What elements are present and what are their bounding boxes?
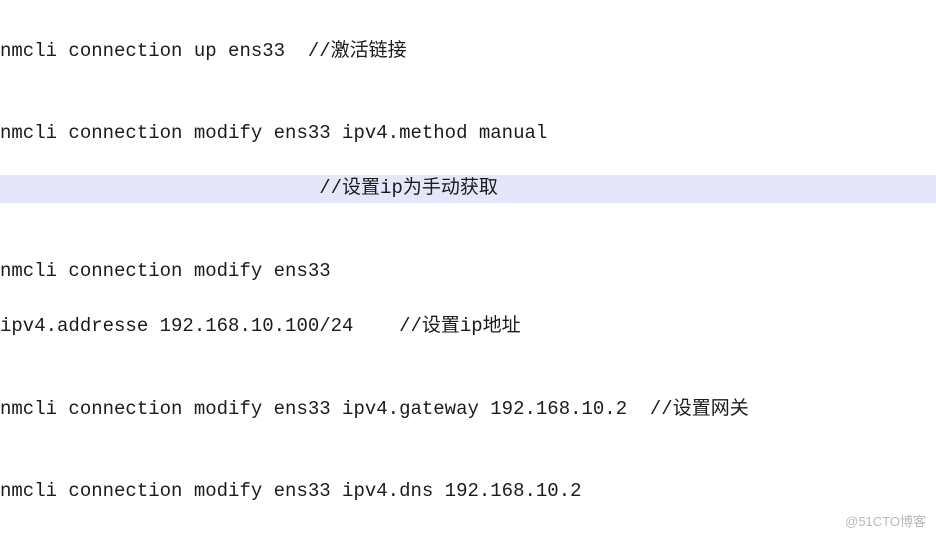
code-line-highlight: //设置ip为手动获取 xyxy=(0,175,936,203)
watermark: @51CTO博客 xyxy=(845,511,926,530)
code-line: nmcli connection modify ens33 ipv4.metho… xyxy=(0,120,936,148)
code-block: nmcli connection up ens33 //激活链接 nmcli c… xyxy=(0,0,936,536)
code-line: nmcli connection modify ens33 xyxy=(0,258,936,286)
code-line: ipv4.addresse 192.168.10.100/24 //设置ip地址 xyxy=(0,313,936,341)
code-line: nmcli connection modify ens33 ipv4.gatew… xyxy=(0,396,936,424)
code-line: nmcli connection up ens33 //激活链接 xyxy=(0,38,936,66)
code-line: nmcli connection modify ens33 ipv4.dns 1… xyxy=(0,478,936,506)
